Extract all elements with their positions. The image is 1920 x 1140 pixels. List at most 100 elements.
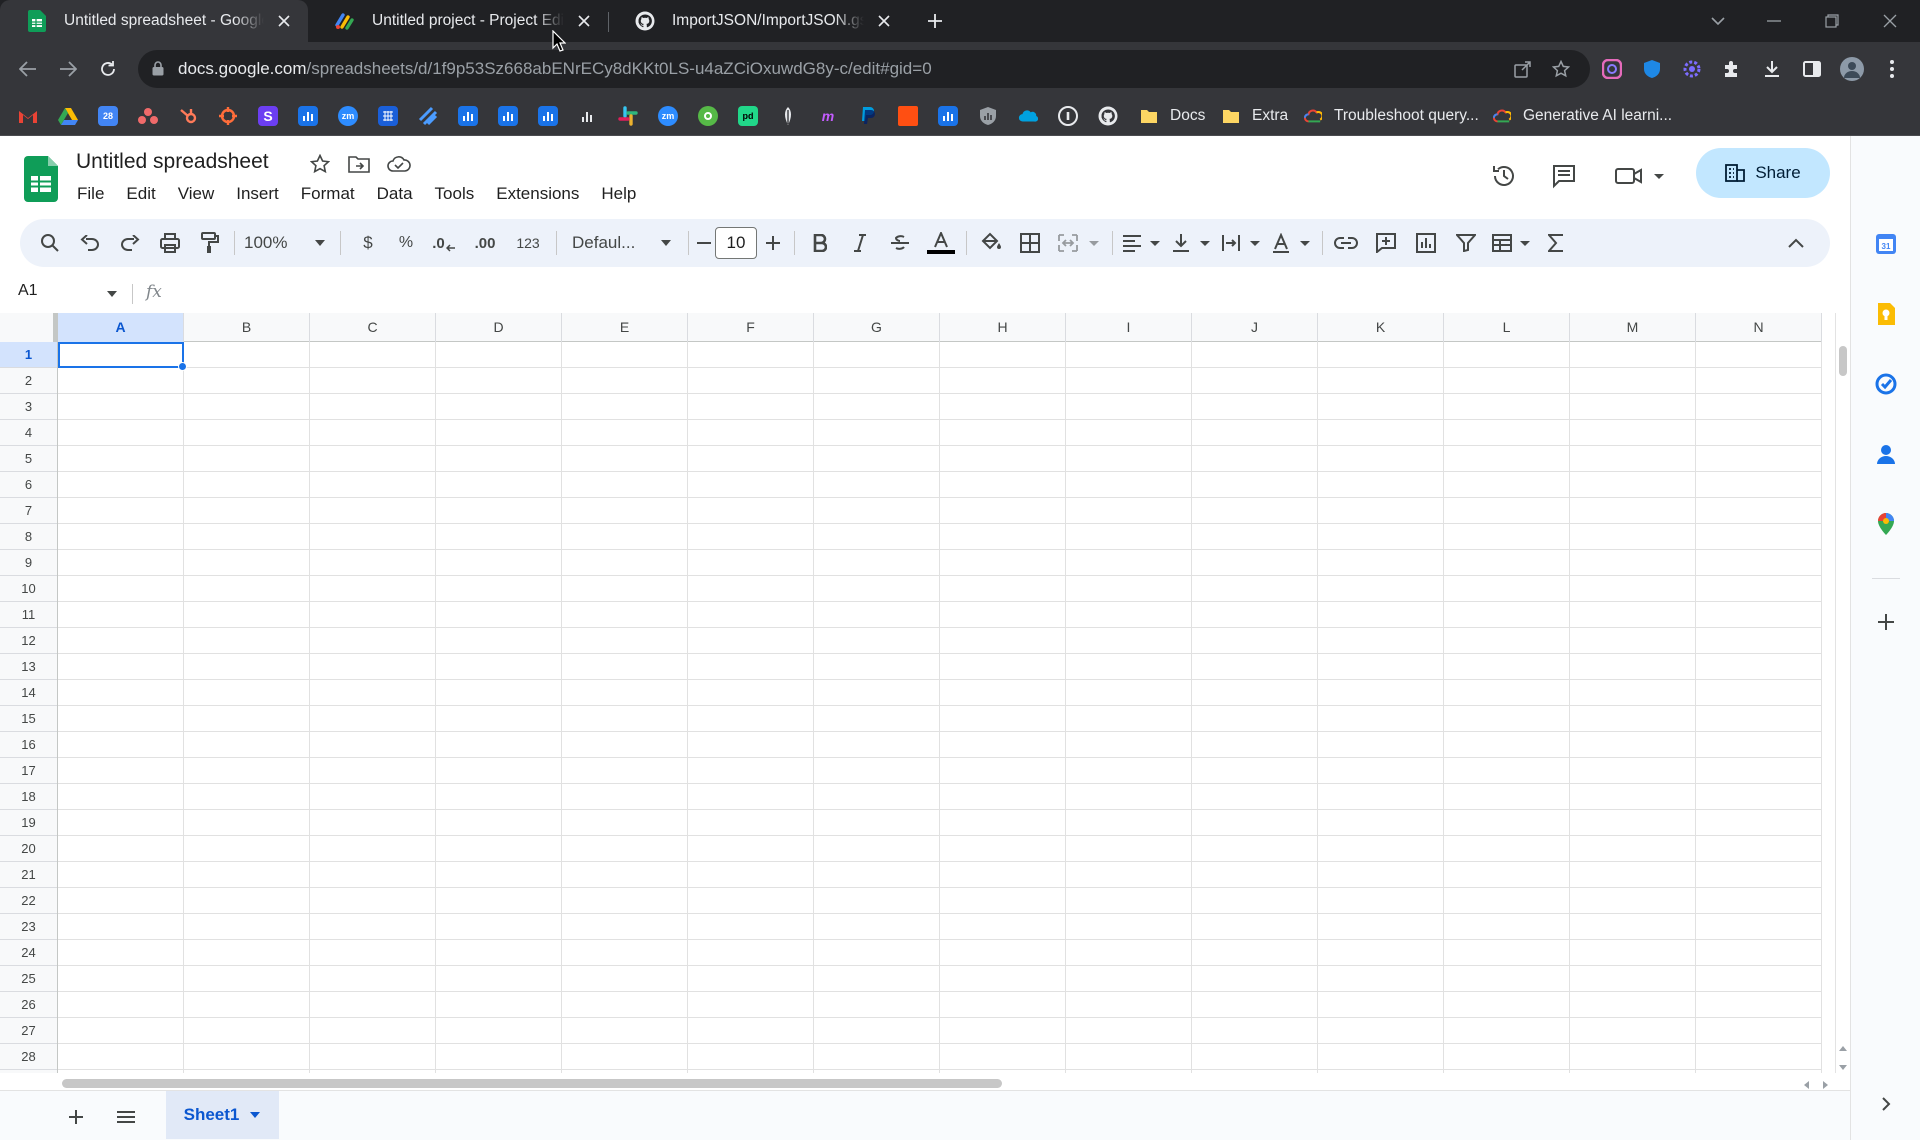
slack-icon[interactable] bbox=[618, 106, 638, 126]
row-header-20[interactable]: 20 bbox=[0, 836, 57, 862]
menu-edit[interactable]: Edit bbox=[115, 180, 166, 208]
row-header-1[interactable]: 1 bbox=[0, 342, 57, 368]
text-color-icon[interactable] bbox=[924, 227, 958, 259]
insert-comment-icon[interactable] bbox=[1370, 227, 1402, 259]
profile-avatar-icon[interactable] bbox=[1838, 55, 1866, 83]
row-header-9[interactable]: 9 bbox=[0, 550, 57, 576]
row-header-4[interactable]: 4 bbox=[0, 420, 57, 446]
back-icon[interactable] bbox=[12, 53, 44, 85]
orange-app-icon[interactable] bbox=[898, 106, 918, 126]
column-header-j[interactable]: J bbox=[1192, 313, 1318, 342]
bar-chart-icon[interactable] bbox=[578, 106, 598, 126]
row-header-27[interactable]: 27 bbox=[0, 1018, 57, 1044]
row-header-13[interactable]: 13 bbox=[0, 654, 57, 680]
minimize-icon[interactable] bbox=[1754, 0, 1794, 42]
italic-icon[interactable] bbox=[844, 227, 876, 259]
search-menus-icon[interactable] bbox=[34, 227, 66, 259]
bookmark-folder-docs[interactable]: Docs bbox=[1140, 104, 1205, 128]
decrease-font-size-icon[interactable] bbox=[694, 227, 714, 259]
salesforce-icon[interactable] bbox=[1018, 106, 1038, 126]
menu-help[interactable]: Help bbox=[590, 180, 647, 208]
name-box[interactable]: A1 bbox=[18, 282, 38, 300]
zoom-icon[interactable]: zm bbox=[658, 106, 678, 126]
column-header-h[interactable]: H bbox=[940, 313, 1066, 342]
scroll-left-arrow-icon[interactable] bbox=[1802, 1080, 1810, 1090]
version-history-icon[interactable] bbox=[1486, 158, 1522, 194]
bold-icon[interactable] bbox=[804, 227, 836, 259]
menu-view[interactable]: View bbox=[167, 180, 226, 208]
download-icon[interactable] bbox=[1758, 55, 1786, 83]
shield-analytics-icon[interactable] bbox=[978, 106, 998, 126]
comments-icon[interactable] bbox=[1546, 158, 1582, 194]
row-header-26[interactable]: 26 bbox=[0, 992, 57, 1018]
row-header-5[interactable]: 5 bbox=[0, 446, 57, 472]
menu-extensions[interactable]: Extensions bbox=[485, 180, 590, 208]
row-header-18[interactable]: 18 bbox=[0, 784, 57, 810]
undo-icon[interactable] bbox=[74, 227, 106, 259]
row-header-19[interactable]: 19 bbox=[0, 810, 57, 836]
google-drive-icon[interactable] bbox=[58, 106, 78, 126]
column-header-c[interactable]: C bbox=[310, 313, 436, 342]
analytics-icon[interactable] bbox=[498, 106, 518, 126]
google-contacts-icon[interactable] bbox=[1872, 440, 1900, 468]
bookmark-troubleshoot-query[interactable]: Troubleshoot query... bbox=[1304, 104, 1479, 128]
extensions-puzzle-icon[interactable] bbox=[1718, 55, 1746, 83]
decrease-decimal-button[interactable]: .0 bbox=[428, 227, 460, 259]
scroll-up-arrow-icon[interactable] bbox=[1838, 1044, 1848, 1052]
column-header-n[interactable]: N bbox=[1696, 313, 1822, 342]
insert-link-icon[interactable] bbox=[1330, 227, 1362, 259]
grid-app-icon[interactable] bbox=[378, 106, 398, 126]
lock-icon[interactable] bbox=[152, 61, 164, 76]
text-rotation-icon[interactable] bbox=[1270, 227, 1314, 259]
collapse-toolbar-icon[interactable] bbox=[1780, 227, 1812, 259]
bookmark-generative-ai[interactable]: Generative AI learni... bbox=[1493, 104, 1672, 128]
increase-font-size-icon[interactable] bbox=[762, 227, 784, 259]
github-icon[interactable] bbox=[1098, 106, 1118, 126]
document-title[interactable]: Untitled spreadsheet bbox=[76, 150, 269, 174]
forward-icon[interactable] bbox=[52, 53, 84, 85]
cell-area[interactable] bbox=[58, 342, 1822, 1073]
google-sheets-logo-icon[interactable] bbox=[24, 156, 58, 202]
info-app-icon[interactable] bbox=[1058, 106, 1078, 126]
vertical-scrollbar[interactable] bbox=[1835, 313, 1850, 1073]
row-header-14[interactable]: 14 bbox=[0, 680, 57, 706]
gmail-icon[interactable] bbox=[18, 106, 38, 126]
share-button[interactable]: Share bbox=[1696, 148, 1830, 198]
crosshair-icon[interactable] bbox=[218, 106, 238, 126]
row-header-25[interactable]: 25 bbox=[0, 966, 57, 992]
column-header-b[interactable]: B bbox=[184, 313, 310, 342]
paypal-icon[interactable] bbox=[858, 106, 878, 126]
horizontal-align-icon[interactable] bbox=[1120, 227, 1164, 259]
column-header-d[interactable]: D bbox=[436, 313, 562, 342]
column-header-f[interactable]: F bbox=[688, 313, 814, 342]
row-header-21[interactable]: 21 bbox=[0, 862, 57, 888]
analytics-icon[interactable] bbox=[298, 106, 318, 126]
tab-search-icon[interactable] bbox=[1698, 0, 1738, 42]
get-add-ons-icon[interactable] bbox=[1872, 608, 1900, 636]
cloud-status-icon[interactable] bbox=[385, 150, 413, 178]
sheet-tab-sheet1[interactable]: Sheet1 bbox=[166, 1091, 279, 1139]
address-bar[interactable]: docs.google.com/spreadsheets/d/1f9p53Sz6… bbox=[138, 50, 1590, 88]
row-header-15[interactable]: 15 bbox=[0, 706, 57, 732]
google-keep-icon[interactable] bbox=[1872, 300, 1900, 328]
fill-color-icon[interactable] bbox=[974, 227, 1008, 259]
row-header-24[interactable]: 24 bbox=[0, 940, 57, 966]
analytics-icon[interactable] bbox=[538, 106, 558, 126]
extension-instagram-icon[interactable] bbox=[1598, 55, 1626, 83]
google-maps-icon[interactable] bbox=[1872, 510, 1900, 538]
column-header-i[interactable]: I bbox=[1066, 313, 1192, 342]
column-header-g[interactable]: G bbox=[814, 313, 940, 342]
paint-format-icon[interactable] bbox=[194, 227, 226, 259]
row-header-6[interactable]: 6 bbox=[0, 472, 57, 498]
menu-tools[interactable]: Tools bbox=[424, 180, 486, 208]
redo-icon[interactable] bbox=[114, 227, 146, 259]
new-tab-button[interactable] bbox=[920, 6, 950, 36]
menu-file[interactable]: File bbox=[66, 180, 115, 208]
tab-google-sheets[interactable]: Untitled spreadsheet - Google Sheets bbox=[0, 0, 308, 42]
google-tasks-icon[interactable] bbox=[1872, 370, 1900, 398]
restore-icon[interactable] bbox=[1812, 0, 1852, 42]
close-icon[interactable] bbox=[272, 9, 296, 33]
zoom-icon[interactable]: zm bbox=[338, 106, 358, 126]
zoom-select[interactable]: 100% bbox=[244, 227, 326, 259]
menu-insert[interactable]: Insert bbox=[225, 180, 290, 208]
